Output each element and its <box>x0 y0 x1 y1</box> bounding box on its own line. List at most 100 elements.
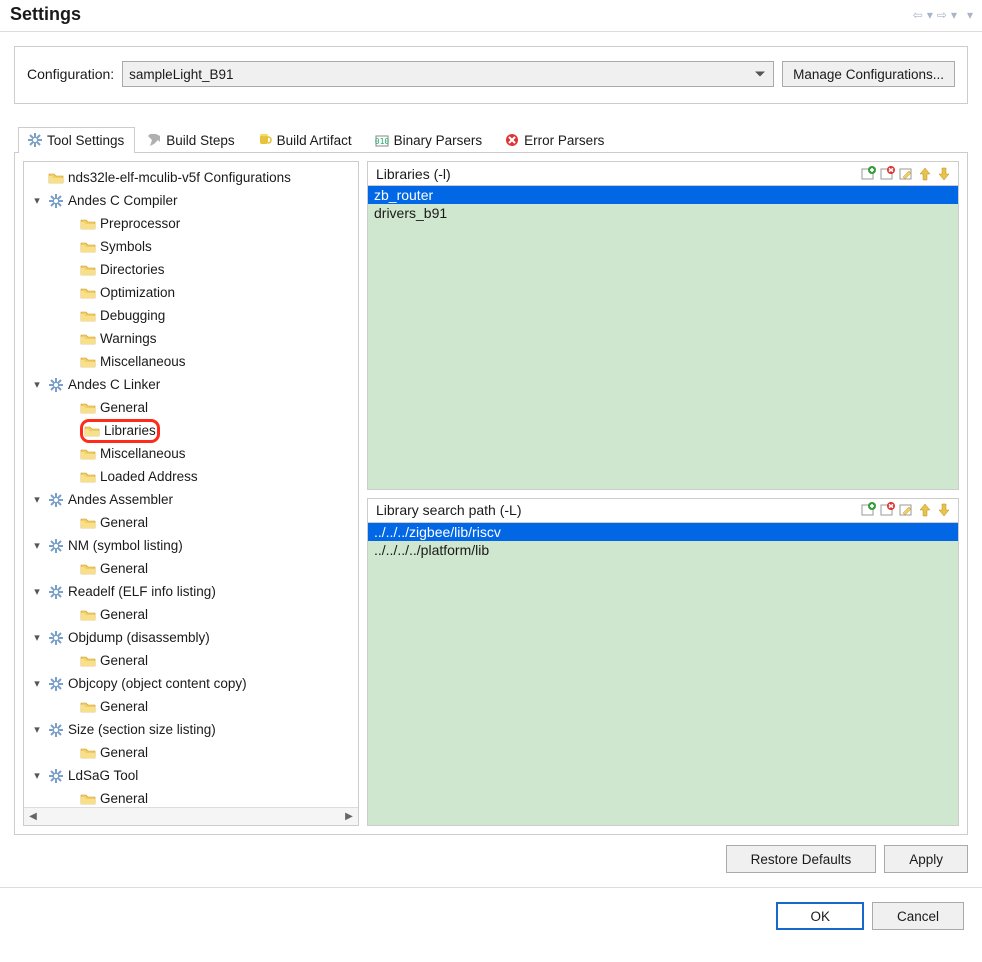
chevron-down-icon[interactable]: ▾ <box>30 631 44 644</box>
add-button[interactable] <box>859 165 876 182</box>
chevron-down-icon[interactable]: ▾ <box>30 677 44 690</box>
nav-fwd-icon[interactable]: ⇨ <box>936 8 948 22</box>
chevron-down-icon[interactable]: ▾ <box>30 194 44 207</box>
nav-arrows: ⇦ ▾ ⇨ ▾ ▾ <box>912 8 974 22</box>
tab-tool-settings[interactable]: Tool Settings <box>18 127 135 153</box>
tree-item[interactable]: ·Miscellaneous <box>24 442 358 465</box>
delete-button[interactable] <box>878 502 895 519</box>
ok-button[interactable]: OK <box>776 902 864 930</box>
manage-configurations-button[interactable]: Manage Configurations... <box>782 61 955 87</box>
tree-item-label: Debugging <box>100 308 165 323</box>
search-path-title: Library search path (-L) <box>376 502 522 518</box>
gear-icon <box>48 676 64 692</box>
tree-group[interactable]: ▾ Readelf (ELF info listing) <box>24 580 358 603</box>
tree-item[interactable]: ·Loaded Address <box>24 465 358 488</box>
tree-item[interactable]: ·Libraries <box>24 419 358 442</box>
libraries-list[interactable]: zb_routerdrivers_b91 <box>368 185 958 489</box>
edit-button[interactable] <box>897 502 914 519</box>
nav-menu-icon[interactable]: ▾ <box>966 8 974 22</box>
tree-item[interactable]: ·Directories <box>24 258 358 281</box>
tree-item-label: General <box>100 607 148 622</box>
folder-icon <box>80 331 96 347</box>
list-item[interactable]: ../../../zigbee/lib/riscv <box>368 523 958 541</box>
tree-group[interactable]: ▾ LdSaG Tool <box>24 764 358 787</box>
tab-build-steps[interactable]: Build Steps <box>137 127 245 153</box>
tree-group[interactable]: ▾Objcopy (object content copy) <box>24 672 358 695</box>
move-up-button[interactable] <box>916 502 933 519</box>
tree-item[interactable]: ·Symbols <box>24 235 358 258</box>
tree-group-label: LdSaG Tool <box>68 768 138 783</box>
folder-icon <box>84 423 100 439</box>
configuration-panel: Configuration: sampleLight_B91 Manage Co… <box>14 46 968 104</box>
tree-item-label: Loaded Address <box>100 469 198 484</box>
scroll-track[interactable] <box>42 808 340 825</box>
tree-group[interactable]: ▾Andes Assembler <box>24 488 358 511</box>
tree-group[interactable]: ▾NM (symbol listing) <box>24 534 358 557</box>
move-down-button[interactable] <box>935 165 952 182</box>
tree-item[interactable]: ·General <box>24 396 358 419</box>
chevron-down-icon[interactable]: ▾ <box>30 723 44 736</box>
tree-item[interactable]: ·Preprocessor <box>24 212 358 235</box>
tree-item-label: General <box>100 653 148 668</box>
chevron-down-icon[interactable]: ▾ <box>30 769 44 782</box>
tree-item[interactable]: ·Optimization <box>24 281 358 304</box>
add-button[interactable] <box>859 502 876 519</box>
tree-group[interactable]: ▾Objdump (disassembly) <box>24 626 358 649</box>
nav-back-icon[interactable]: ⇦ <box>912 8 924 22</box>
chevron-down-icon[interactable]: ▾ <box>30 378 44 391</box>
tree-group[interactable]: ▾ Andes C Linker <box>24 373 358 396</box>
tree-item[interactable]: ·General <box>24 511 358 534</box>
delete-button[interactable] <box>878 165 895 182</box>
tree-item[interactable]: ·General <box>24 649 358 672</box>
edit-button[interactable] <box>897 165 914 182</box>
tree-hscrollbar[interactable]: ◀ ▶ <box>24 807 358 825</box>
scroll-right-icon[interactable]: ▶ <box>340 808 358 825</box>
tree-item[interactable]: ·Warnings <box>24 327 358 350</box>
tree-root[interactable]: ▾nds32le-elf-mculib-v5f Configurations <box>24 166 358 189</box>
nav-back-menu-icon[interactable]: ▾ <box>926 8 934 22</box>
configuration-select[interactable]: sampleLight_B91 <box>122 61 774 87</box>
chevron-down-icon[interactable]: ▾ <box>30 539 44 552</box>
list-item[interactable]: drivers_b91 <box>368 204 958 222</box>
gear-icon <box>48 722 64 738</box>
list-item[interactable]: ../../../../platform/lib <box>368 541 958 559</box>
tree-group[interactable]: ▾Andes C Compiler <box>24 189 358 212</box>
search-path-list[interactable]: ../../../zigbee/lib/riscv../../../../pla… <box>368 522 958 826</box>
binary-icon <box>374 132 390 148</box>
cancel-button[interactable]: Cancel <box>872 902 964 930</box>
tree-item[interactable]: ·Debugging <box>24 304 358 327</box>
chevron-down-icon[interactable]: ▾ <box>30 493 44 506</box>
gear-icon <box>48 538 64 554</box>
gear-icon <box>48 377 64 393</box>
ok-label: OK <box>810 909 830 924</box>
apply-button[interactable]: Apply <box>884 845 968 873</box>
highlight-box: Libraries <box>80 419 160 443</box>
tab-error-parsers[interactable]: Error Parsers <box>495 127 615 153</box>
tree-item-label: Libraries <box>104 423 156 438</box>
scroll-left-icon[interactable]: ◀ <box>24 808 42 825</box>
tree-item[interactable]: ·General <box>24 603 358 626</box>
tree-item-label: General <box>100 515 148 530</box>
tab-binary-parsers[interactable]: Binary Parsers <box>365 127 494 153</box>
tree-item[interactable]: ·General <box>24 741 358 764</box>
tree-group-label: Andes C Linker <box>68 377 160 392</box>
tree-item[interactable]: ·General <box>24 695 358 718</box>
tree-item-label: General <box>100 791 148 806</box>
list-item[interactable]: zb_router <box>368 186 958 204</box>
tree-scroll[interactable]: ▾nds32le-elf-mculib-v5f Configurations▾A… <box>24 162 358 807</box>
tree-item[interactable]: ·Miscellaneous <box>24 350 358 373</box>
tree-item-label: Directories <box>100 262 165 277</box>
chevron-down-icon[interactable]: ▾ <box>30 585 44 598</box>
configuration-value: sampleLight_B91 <box>129 67 233 82</box>
tree-group-label: Readelf (ELF info listing) <box>68 584 216 599</box>
configuration-label: Configuration: <box>27 66 114 82</box>
gear-icon <box>48 492 64 508</box>
tree-group[interactable]: ▾Size (section size listing) <box>24 718 358 741</box>
restore-defaults-button[interactable]: Restore Defaults <box>726 845 877 873</box>
tree-item[interactable]: ·General <box>24 557 358 580</box>
move-up-button[interactable] <box>916 165 933 182</box>
move-down-button[interactable] <box>935 502 952 519</box>
nav-fwd-menu-icon[interactable]: ▾ <box>950 8 958 22</box>
tab-build-artifact[interactable]: Build Artifact <box>248 127 363 153</box>
tree-item[interactable]: ·General <box>24 787 358 807</box>
